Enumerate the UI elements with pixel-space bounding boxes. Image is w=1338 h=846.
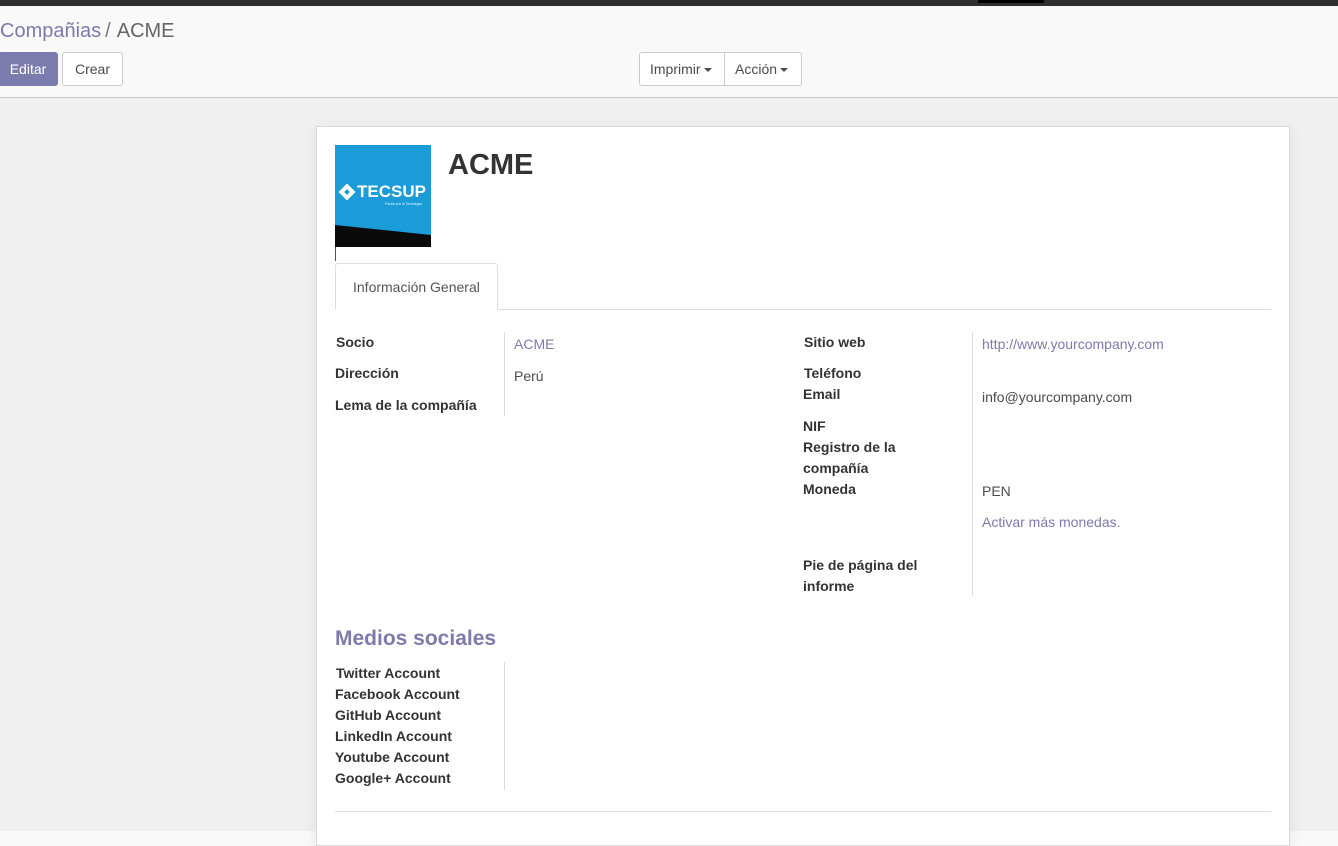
logo-tagline: Pasión por la Tecnología <box>385 202 422 206</box>
twitter-account-label: Twitter Account <box>336 665 441 681</box>
print-label: Imprimir <box>650 61 701 77</box>
right-column-divider <box>972 332 973 596</box>
report-footer-label-line1: Pie de página del <box>803 557 918 573</box>
sidebar-actions: Imprimir Acción <box>639 52 802 86</box>
address-value: Perú <box>514 368 544 384</box>
tab-general-information[interactable]: Información General <box>335 263 498 310</box>
breadcrumb-separator: / <box>105 20 111 42</box>
create-button[interactable]: Crear <box>62 52 123 86</box>
form-sheet: TECSUP Pasión por la Tecnología ACME Inf… <box>316 126 1290 846</box>
navbar-indicator <box>978 0 1044 3</box>
company-logo-image[interactable]: TECSUP Pasión por la Tecnología <box>335 145 431 247</box>
googleplus-account-label: Google+ Account <box>335 770 451 786</box>
address-label: Dirección <box>335 365 399 381</box>
caret-down-icon <box>703 68 712 73</box>
facebook-account-label: Facebook Account <box>335 686 460 702</box>
slogan-label: Lema de la compañía <box>335 397 477 413</box>
company-name-title: ACME <box>448 149 534 181</box>
edit-button[interactable]: Editar <box>0 52 58 86</box>
control-panel: Compañias / ACME Editar Crear Imprimir Acc… <box>0 6 1338 98</box>
sheet-bottom-divider <box>335 811 1271 812</box>
caret-down-icon <box>780 68 789 73</box>
social-column-divider <box>504 662 505 790</box>
partner-link[interactable]: ACME <box>514 334 554 355</box>
breadcrumb-current: ACME <box>116 20 175 42</box>
notebook-tabs: Información General <box>335 263 1271 310</box>
print-dropdown-button[interactable]: Imprimir <box>639 52 725 86</box>
action-label: Acción <box>735 61 778 77</box>
left-column-divider <box>504 332 505 416</box>
currency-value: PEN <box>982 483 1011 499</box>
company-registry-label-line2: compañía <box>803 460 869 476</box>
email-value: info@yourcompany.com <box>982 389 1133 405</box>
breadcrumb: Compañias / ACME <box>0 20 175 43</box>
email-label: Email <box>803 386 841 402</box>
currency-label: Moneda <box>803 481 856 497</box>
website-link[interactable]: http://www.yourcompany.com <box>982 334 1164 355</box>
website-label: Sitio web <box>804 334 866 350</box>
github-account-label: GitHub Account <box>335 707 442 723</box>
logo-edit-marker <box>335 247 336 261</box>
report-footer-label-line2: informe <box>803 578 855 594</box>
youtube-account-label: Youtube Account <box>335 749 450 765</box>
activate-currencies-link[interactable]: Activar más monedas. <box>982 512 1121 533</box>
partner-label: Socio <box>336 334 375 350</box>
company-registry-label-line1: Registro de la <box>803 439 896 455</box>
linkedin-account-label: LinkedIn Account <box>335 728 452 744</box>
breadcrumb-parent-link[interactable]: Compañias <box>0 20 101 42</box>
social-media-section-title: Medios sociales <box>335 627 497 650</box>
logo-wordmark: TECSUP <box>357 182 426 201</box>
phone-label: Teléfono <box>804 365 862 381</box>
vat-label: NIF <box>803 418 826 434</box>
action-dropdown-button[interactable]: Acción <box>725 52 802 86</box>
